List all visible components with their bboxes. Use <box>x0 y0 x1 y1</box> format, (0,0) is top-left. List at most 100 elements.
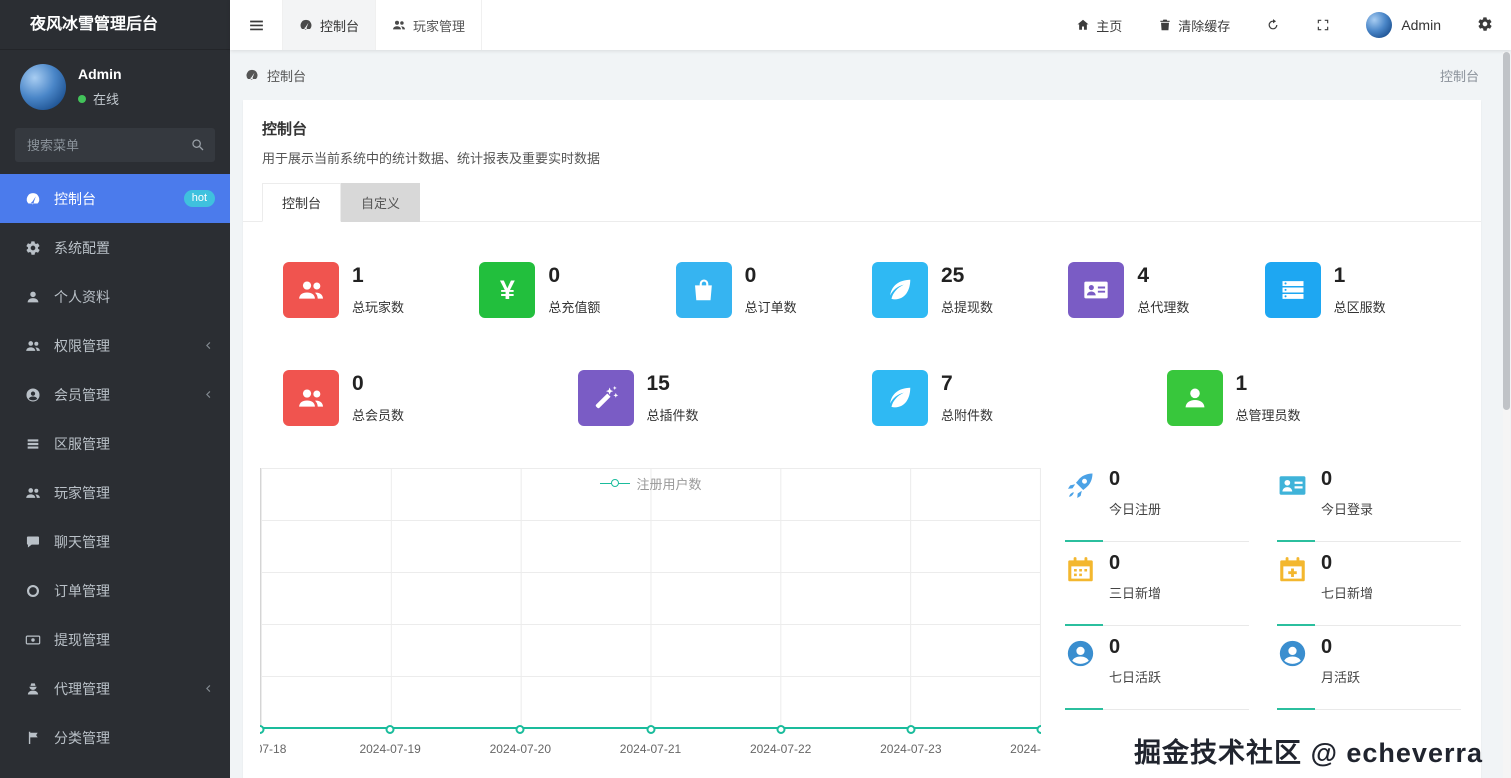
x-axis-label: 2024-07-20 <box>489 742 552 756</box>
sidebar-item-members[interactable]: 会员管理 <box>0 370 230 419</box>
stat-value: 0 <box>744 264 757 287</box>
topbar-actions: 主页 清除缓存 Admin <box>1076 0 1511 50</box>
stat-label: 总附件数 <box>941 408 994 423</box>
agent-icon <box>25 681 41 697</box>
gear-icon <box>25 240 41 256</box>
stat-label: 总充值额 <box>548 300 601 315</box>
legend-marker-icon <box>599 479 630 488</box>
x-axis-label: 2024-07-23 <box>880 742 942 756</box>
sidebar-item-players[interactable]: 玩家管理 <box>0 468 230 517</box>
chevron-left-icon <box>202 682 215 695</box>
stats-row-1: 1 总玩家数 ¥ 0 总充值额 0 总订单数 25 总提现数 4 总代理数 1 … <box>243 262 1481 318</box>
sidebar-item-servers[interactable]: 区服管理 <box>0 419 230 468</box>
sidebar-item-label: 权限管理 <box>54 337 110 354</box>
member-icon <box>25 387 41 403</box>
page-subtitle: 用于展示当前系统中的统计数据、统计报表及重要实时数据 <box>262 151 601 166</box>
users-icon <box>25 338 41 354</box>
sidebar-item-chat[interactable]: 聊天管理 <box>0 517 230 566</box>
stat-value: 0 <box>548 264 561 287</box>
menu-toggle-button[interactable] <box>230 0 282 50</box>
app-title: 夜风冰雪管理后台 <box>0 0 230 50</box>
stat-label: 总订单数 <box>744 300 797 315</box>
fullscreen-icon <box>1316 18 1330 32</box>
stat-total-players: 1 总玩家数 <box>283 262 479 318</box>
refresh-button[interactable] <box>1266 18 1280 32</box>
tab-console[interactable]: 控制台 <box>283 0 377 50</box>
stat-total-plugins: 15 总插件数 <box>577 370 873 426</box>
bag-icon <box>675 262 732 318</box>
leaf-icon <box>872 370 928 426</box>
user-avatar[interactable] <box>20 64 66 110</box>
chart-legend[interactable]: 注册用户数 <box>599 474 702 493</box>
sidebar-item-console[interactable]: 控制台 hot <box>0 174 230 223</box>
breadcrumb-current[interactable]: 控制台 <box>267 66 306 85</box>
breadcrumb: 控制台 控制台 <box>230 50 1511 100</box>
chart-point <box>1036 725 1041 734</box>
settings-button[interactable] <box>1477 16 1493 35</box>
stat-label: 总玩家数 <box>352 300 405 315</box>
user-icon <box>25 289 41 305</box>
dashboard-lower: 注册用户数 07-18 2024-07-19 2024-07-20 2 <box>243 458 1481 758</box>
mini-stat-label: 七日新增 <box>1321 586 1374 601</box>
chat-icon <box>25 534 41 550</box>
breadcrumb-right: 控制台 <box>1439 68 1479 84</box>
clear-cache-button[interactable]: 清除缓存 <box>1158 16 1230 35</box>
mini-stat-label: 今日注册 <box>1109 502 1162 517</box>
sidebar-item-profile[interactable]: 个人资料 <box>0 272 230 321</box>
server-list-icon <box>25 436 41 452</box>
leaf-icon <box>871 262 928 318</box>
scrollbar-track[interactable] <box>1503 52 1510 778</box>
users-icon <box>392 18 406 32</box>
sidebar-item-label: 区服管理 <box>54 435 110 452</box>
stat-label: 总会员数 <box>352 408 405 423</box>
sidebar-item-agents[interactable]: 代理管理 <box>0 664 230 713</box>
sidebar-item-permissions[interactable]: 权限管理 <box>0 321 230 370</box>
fullscreen-button[interactable] <box>1316 18 1330 32</box>
x-axis-label: 2024-07-22 <box>749 742 812 756</box>
stat-total-withdrawals: 25 总提现数 <box>871 262 1068 318</box>
sidebar-item-label: 控制台 <box>54 190 96 207</box>
tab-custom[interactable]: 自定义 <box>341 183 421 222</box>
page-title: 控制台 <box>262 121 308 138</box>
stat-label: 总管理员数 <box>1235 408 1301 423</box>
sidebar-item-system-config[interactable]: 系统配置 <box>0 223 230 272</box>
chart-point <box>260 725 265 734</box>
users-icon <box>283 262 339 318</box>
scrollbar-thumb[interactable] <box>1503 52 1510 410</box>
mini-stat-3day-new: 0 三日新增 <box>1065 542 1249 626</box>
home-label: 主页 <box>1096 18 1123 34</box>
sidebar-menu: 控制台 hot 系统配置 个人资料 权限管理 会员管理 区服管理 玩家管理 聊天… <box>0 174 230 778</box>
tab-dashboard[interactable]: 控制台 <box>262 183 342 222</box>
stat-value: 1 <box>1333 264 1346 287</box>
watermark: 掘金技术社区 @ echeverra <box>1134 738 1483 768</box>
stat-total-attachments: 7 总附件数 <box>872 370 1167 426</box>
sidebar-item-orders[interactable]: 订单管理 <box>0 566 230 615</box>
content-area: 控制台 用于展示当前系统中的统计数据、统计报表及重要实时数据 控制台 自定义 1… <box>230 100 1511 778</box>
mini-stat-value: 0 <box>1321 468 1333 490</box>
hamburger-icon <box>248 17 265 34</box>
money-icon <box>25 632 41 648</box>
sidebar-item-withdrawals[interactable]: 提现管理 <box>0 615 230 664</box>
topbar-username: Admin <box>1401 17 1441 33</box>
x-axis-label: 2024-07-21 <box>619 742 682 756</box>
sidebar-item-label: 代理管理 <box>54 680 110 697</box>
chart-point <box>906 725 916 734</box>
home-button[interactable]: 主页 <box>1076 16 1122 35</box>
wand-icon <box>577 370 634 426</box>
sidebar-user-panel: Admin 在线 <box>0 50 230 118</box>
sidebar-item-label: 订单管理 <box>54 582 110 599</box>
stat-value: 1 <box>352 264 364 287</box>
mini-stat-label: 月活跃 <box>1321 670 1361 685</box>
users-icon <box>283 370 339 426</box>
players-icon <box>25 485 41 501</box>
calendar-plus-icon <box>1277 554 1308 585</box>
sidebar-item-label: 聊天管理 <box>54 533 110 550</box>
main-area: 控制台 玩家管理 主页 清除缓存 Admin 控制台 控制台 控制台 用于展示当… <box>230 0 1511 778</box>
tab-players[interactable]: 玩家管理 <box>376 0 483 50</box>
sidebar-item-categories[interactable]: 分类管理 <box>0 713 230 762</box>
server-stack-icon <box>1264 262 1321 318</box>
user-menu[interactable]: Admin <box>1366 12 1441 38</box>
menu-search-input[interactable] <box>15 128 215 162</box>
mini-stat-label: 七日活跃 <box>1109 670 1162 685</box>
mini-stat-value: 0 <box>1109 552 1121 574</box>
